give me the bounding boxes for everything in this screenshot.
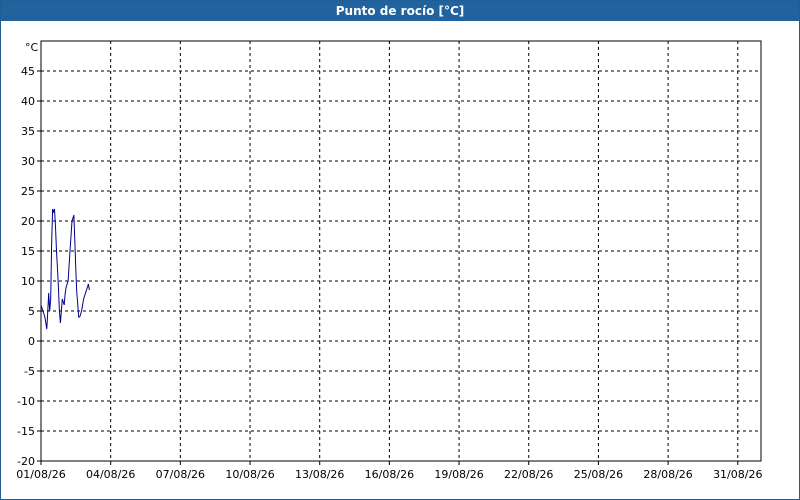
y-tick-label: 40 bbox=[21, 95, 35, 108]
y-tick-label: -20 bbox=[17, 455, 35, 468]
x-tick-label: 28/08/26 bbox=[643, 468, 692, 481]
dew-point-chart: -20 -15 -10 -5 0 5 10 15 20 25 30 35 40 45 01/08/26 04/… bbox=[16, 40, 762, 481]
y-tick-label: -10 bbox=[17, 395, 35, 408]
y-tick-label: -5 bbox=[24, 365, 35, 378]
window-title: Punto de rocío [°C] bbox=[1, 1, 799, 21]
x-tick-label: 22/08/26 bbox=[504, 468, 553, 481]
x-tick-label: 07/08/26 bbox=[156, 468, 205, 481]
y-tick-label: 45 bbox=[21, 65, 35, 78]
y-tick-label: 25 bbox=[21, 185, 35, 198]
y-tick-label: 0 bbox=[28, 335, 35, 348]
y-tick-label: 10 bbox=[21, 275, 35, 288]
y-tick-label: 5 bbox=[28, 305, 35, 318]
y-tick-label: -15 bbox=[17, 425, 35, 438]
x-tick-label: 25/08/26 bbox=[574, 468, 623, 481]
x-tick-label: 01/08/26 bbox=[16, 468, 65, 481]
x-tick-label: 13/08/26 bbox=[295, 468, 344, 481]
x-tick-label: 10/08/26 bbox=[225, 468, 274, 481]
y-tick-label: 35 bbox=[21, 125, 35, 138]
x-tick-label: 31/08/26 bbox=[713, 468, 762, 481]
chart-window: Punto de rocío [°C] -20 -15 -10 -5 0 5 10 15 20 2… bbox=[0, 0, 800, 500]
y-axis-unit-label: °C bbox=[25, 41, 39, 54]
y-tick-label: 30 bbox=[21, 155, 35, 168]
y-tick-label: 15 bbox=[21, 245, 35, 258]
x-tick-label: 04/08/26 bbox=[86, 468, 135, 481]
x-tick-label: 16/08/26 bbox=[365, 468, 414, 481]
y-tick-label: 20 bbox=[21, 215, 35, 228]
x-tick-label: 19/08/26 bbox=[434, 468, 483, 481]
